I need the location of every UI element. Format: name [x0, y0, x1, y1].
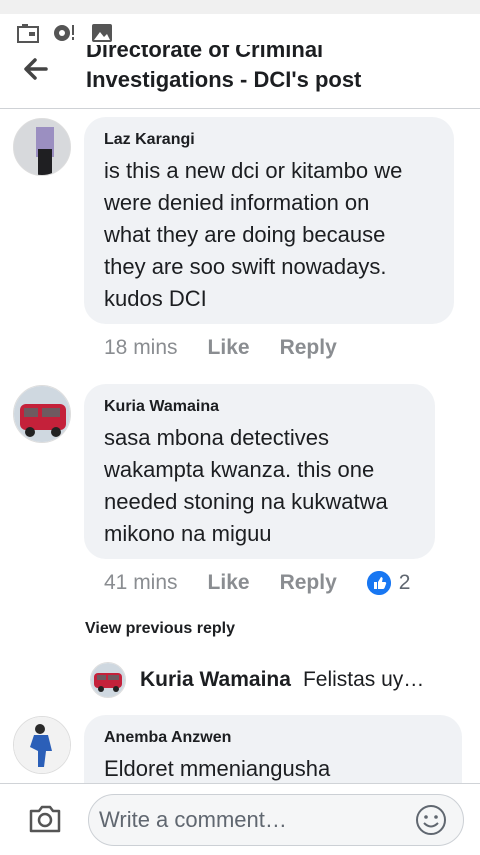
comment-time: 41 mins [104, 571, 178, 594]
avatar[interactable] [13, 118, 71, 176]
comment-text-line: is this a new dci or kitambo we [104, 158, 403, 183]
comment-text: Eldoret mmeniangusha [104, 753, 442, 785]
comment-text-line: were denied information on [104, 190, 370, 215]
data-sync-icon [54, 25, 74, 41]
person-photo-icon [14, 119, 70, 175]
camera-icon[interactable] [27, 802, 63, 836]
comment-meta: 18 mins Like Reply [104, 336, 367, 360]
sim-card-icon [17, 24, 39, 43]
post-header: Directorate of Criminal Investigations -… [0, 45, 480, 109]
comment-text-line: mikono na miguu [104, 521, 272, 546]
comment-text-line: they are soo swift nowadays. [104, 254, 387, 279]
like-reaction-icon [366, 571, 391, 595]
comment-author[interactable]: Laz Karangi [104, 129, 434, 151]
reply-snippet: Felistas uy… [302, 668, 425, 691]
comment-composer: Write a comment… [0, 783, 480, 855]
reaction-summary[interactable]: 2 [366, 571, 411, 595]
page-title-line2: Investigations - DCI's post [86, 67, 362, 92]
comment-text-line: Eldoret mmeniangusha [104, 756, 331, 781]
image-icon [92, 24, 112, 42]
emoji-icon[interactable] [415, 804, 447, 836]
comment-input-placeholder: Write a comment… [99, 807, 287, 832]
page-title-line1: Directorate of Criminal [86, 45, 324, 62]
comment-text: is this a new dci or kitambo we were den… [104, 155, 434, 315]
avatar[interactable] [90, 662, 126, 698]
like-button[interactable]: Like [208, 336, 250, 360]
comment-author[interactable]: Anemba Anzwen [104, 727, 442, 749]
view-previous-reply-link[interactable]: View previous reply [85, 620, 235, 638]
comment-text-line: what they are doing because [104, 222, 386, 247]
comment-text-line: needed stoning na kukwatwa [104, 489, 388, 514]
reply-preview[interactable]: Kuria Wamaina Felistas uy… [90, 662, 424, 698]
avatar[interactable] [13, 716, 71, 774]
comment-time: 18 mins [104, 336, 178, 359]
reply-author[interactable]: Kuria Wamaina [140, 668, 291, 692]
comment-text-line: kudos DCI [104, 286, 207, 311]
comment-input[interactable]: Write a comment… [88, 794, 464, 846]
reply-button[interactable]: Reply [280, 571, 337, 595]
bus-photo-icon [14, 386, 70, 442]
comment-meta: 41 mins Like Reply 2 [104, 571, 410, 595]
bus-photo-icon [91, 663, 125, 697]
person-photo-icon [14, 717, 70, 773]
avatar[interactable] [13, 385, 71, 443]
comment-text: sasa mbona detectives wakampta kwanza. t… [104, 422, 415, 550]
comment-text-line: wakampta kwanza. this one [104, 457, 375, 482]
page-title: Directorate of Criminal Investigations -… [86, 45, 466, 95]
reply-button[interactable]: Reply [280, 336, 337, 360]
like-button[interactable]: Like [208, 571, 250, 595]
comment-bubble[interactable]: Laz Karangi is this a new dci or kitambo… [84, 117, 454, 324]
back-arrow-icon[interactable] [22, 55, 50, 83]
comment-text-line: sasa mbona detectives [104, 425, 330, 450]
comment-author[interactable]: Kuria Wamaina [104, 396, 415, 418]
reaction-count: 2 [398, 571, 411, 594]
comment-bubble[interactable]: Kuria Wamaina sasa mbona detectives waka… [84, 384, 435, 559]
